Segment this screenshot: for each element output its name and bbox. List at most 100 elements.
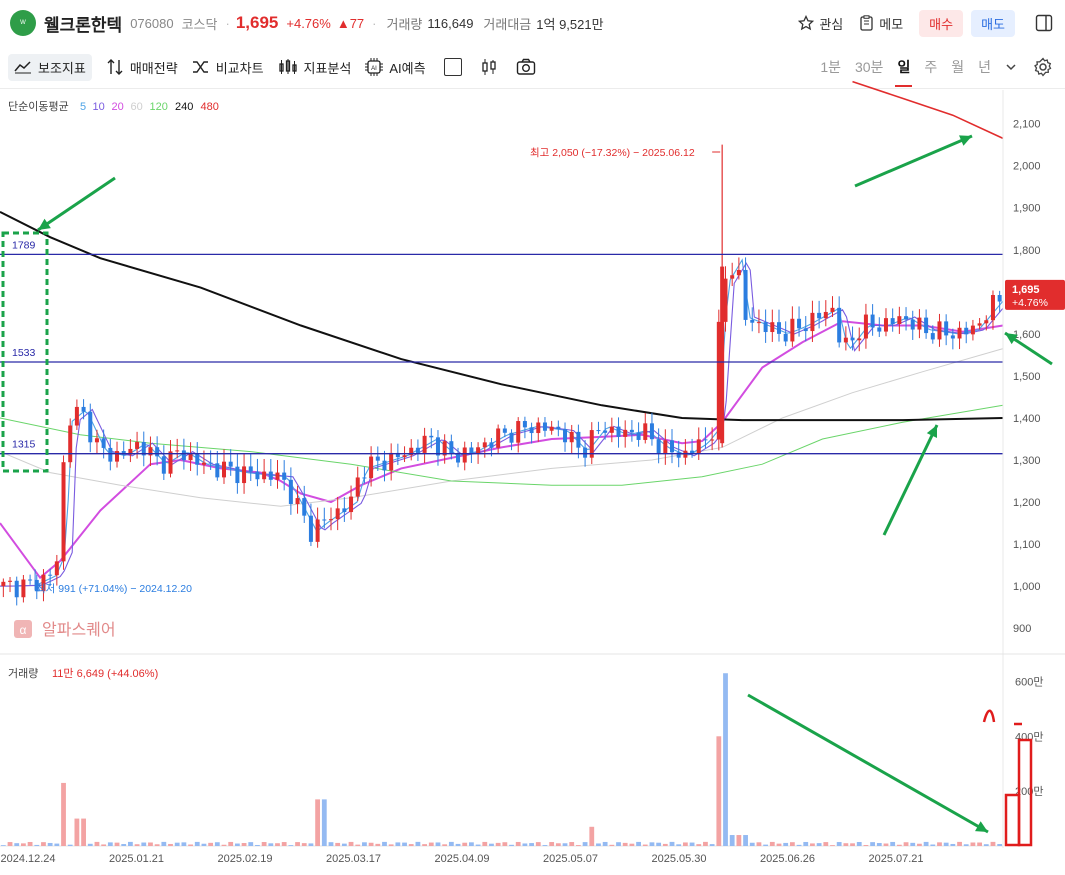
candle-body (756, 322, 761, 324)
candle-body (736, 269, 741, 276)
candle-body (776, 322, 781, 334)
volume-bar (107, 842, 113, 846)
volume-bar (582, 842, 588, 846)
candle-body (837, 307, 842, 343)
volume-bar (355, 844, 361, 846)
candle-body (315, 519, 320, 542)
volume-bar (509, 844, 514, 846)
volume-bar (689, 842, 695, 846)
volume-bar (448, 841, 454, 846)
candle-body (583, 447, 588, 458)
candle-body (970, 325, 975, 335)
candle-body (817, 312, 822, 319)
volume-bar (502, 842, 508, 846)
volume-bar (428, 842, 434, 846)
y-tick-label: 900 (1013, 623, 1031, 635)
volume-bar (7, 842, 13, 846)
volume-bar (896, 844, 902, 846)
candle-body (977, 323, 982, 326)
volume-bar (789, 842, 795, 846)
candle-body (208, 462, 213, 464)
level-label: 1533 (12, 347, 36, 359)
y-tick-label: 1,500 (1013, 371, 1041, 383)
candle-body (342, 508, 347, 513)
candle-body (68, 425, 73, 463)
volume-bar (295, 842, 300, 846)
volume-bar (341, 843, 347, 846)
arrow-shaft (37, 176, 116, 232)
candle-body (549, 426, 554, 431)
candle-body (930, 333, 935, 340)
volume-bar (850, 843, 855, 846)
volume-bar (362, 842, 367, 846)
candle-body (94, 438, 99, 443)
candle-body (101, 438, 106, 448)
candle-body (282, 472, 287, 480)
candle-body (877, 327, 882, 332)
candle-body (181, 450, 186, 461)
candle-body (649, 423, 654, 440)
candle-body (904, 316, 909, 320)
candle-body (509, 432, 514, 443)
volume-bar (221, 844, 227, 846)
candle-body (603, 430, 608, 433)
volume-bar (622, 842, 628, 846)
volume-bar (188, 844, 193, 846)
volume-bar (41, 842, 46, 846)
volume-bar (261, 842, 267, 846)
candle-body (161, 456, 166, 474)
candle-body (516, 421, 521, 443)
volume-bar (522, 843, 528, 846)
ma-5-line (0, 258, 1004, 587)
candle-body (623, 429, 628, 437)
candle-body (28, 579, 33, 581)
volume-bar (301, 843, 307, 846)
volume-bar (201, 843, 207, 846)
candle-body (763, 322, 768, 333)
volume-bar (542, 845, 548, 846)
candle-body (843, 337, 848, 343)
volume-bar (870, 842, 876, 846)
candle-body (349, 496, 354, 513)
candle-body (670, 440, 675, 453)
y-tick-label: 1,300 (1013, 455, 1041, 467)
volume-bar (983, 844, 989, 846)
candle-body (242, 466, 247, 484)
candle-body (302, 498, 307, 516)
candle-body (950, 335, 955, 339)
candle-body (563, 429, 568, 443)
volume-bar (756, 842, 762, 846)
volume-bar (47, 842, 53, 846)
volume-bar (435, 842, 441, 846)
volume-bar (61, 782, 66, 846)
candle-body (288, 479, 293, 504)
ma-legend-title: 단순이동평균 (8, 100, 69, 113)
volume-bar (67, 844, 73, 846)
volume-bar (422, 844, 428, 846)
candle-body (462, 447, 467, 463)
candle-body (656, 439, 661, 455)
volume-bar (495, 842, 501, 846)
candle-body (275, 472, 280, 480)
price-chart[interactable]: 178915331315 2,1002,0001,9001,8001,7001,… (0, 0, 1065, 875)
volume-bar (14, 843, 20, 846)
volume-bar (94, 841, 100, 846)
volume-bar (255, 844, 260, 846)
candle-body (88, 411, 93, 443)
candle-body (429, 435, 434, 438)
candle-body (529, 427, 534, 434)
y-tick-label: 1,000 (1013, 581, 1041, 593)
volume-bar (21, 843, 26, 846)
watermark: α 알파스퀘어 (14, 620, 116, 639)
x-tick-label: 2025.02.19 (217, 853, 272, 865)
volume-bar (843, 843, 849, 846)
volume-bar (937, 842, 942, 846)
volume-bar (723, 673, 728, 846)
volume-bar (676, 844, 682, 846)
candle-body (663, 440, 668, 455)
arrow-shaft (854, 134, 973, 188)
volume-bar (729, 835, 735, 846)
volume-bar (248, 842, 254, 846)
volume-bar (736, 835, 742, 846)
volume-bar (114, 842, 120, 846)
